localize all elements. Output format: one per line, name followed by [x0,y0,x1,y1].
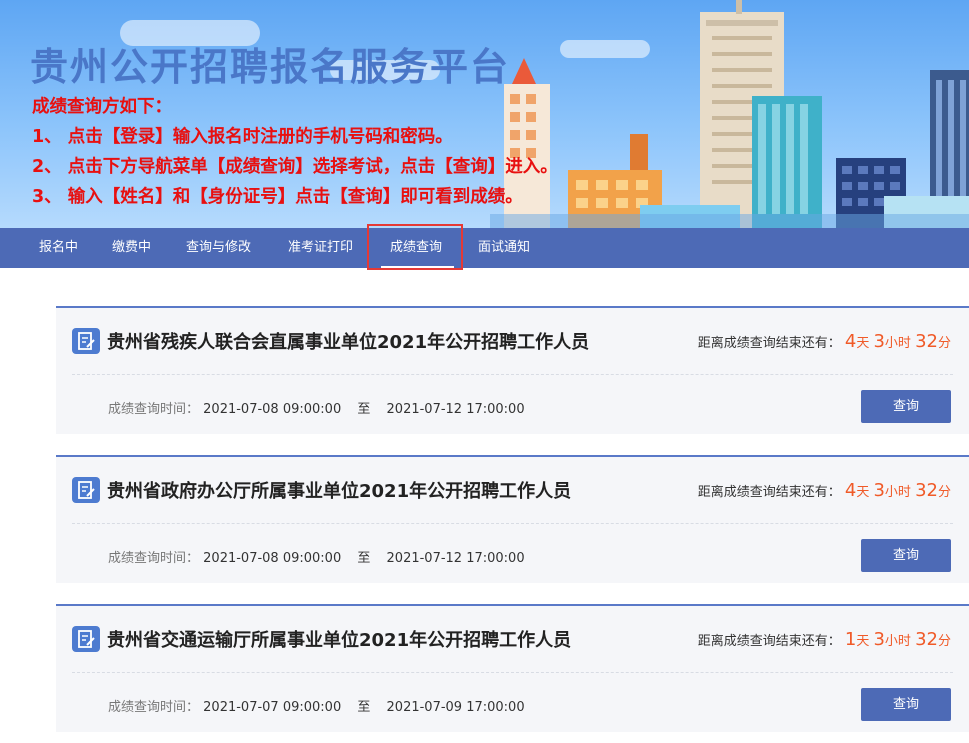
query-time-row: 成绩查询时间： 2021-07-08 09:00:00 至 2021-07-12… [108,547,525,566]
notice-heading: 成绩查询方如下： [32,97,172,117]
notice-line: 2、 点击下方导航菜单【成绩查询】选择考试，点击【查询】进入。 [32,157,558,177]
notice-line: 3、 输入【姓名】和【身份证号】点击【查询】即可看到成绩。 [32,187,523,207]
main-nav: 报名中 缴费中 查询与修改 准考证打印 成绩查询 面试通知 [0,228,969,268]
to-separator: 至 [357,551,371,566]
exam-card: 贵州省交通运输厅所属事业单位2021年公开招聘工作人员 距离成绩查询结束还有： … [56,604,969,732]
countdown-hours: 3 [873,331,885,352]
countdown-label: 距离成绩查询结束还有： [697,485,841,500]
countdown-label: 距离成绩查询结束还有： [697,336,841,351]
start-time: 2021-07-08 09:00:00 [203,551,342,566]
highlight-box [367,224,463,270]
countdown: 距离成绩查询结束还有： 4天 3小时 32分 [698,477,951,507]
countdown-minutes: 32 [915,331,938,352]
city-skyline-illustration [490,0,969,228]
countdown: 距离成绩查询结束还有： 4天 3小时 32分 [698,328,951,358]
hours-unit: 小时 [884,485,911,500]
countdown-hours: 3 [873,480,885,501]
countdown-days: 4 [844,331,857,352]
edit-document-icon [72,477,100,503]
query-time-row: 成绩查询时间： 2021-07-08 09:00:00 至 2021-07-12… [108,398,525,417]
query-time-label: 成绩查询时间： [108,402,200,417]
notice-block: 成绩查询方如下： 1、 点击【登录】输入报名时注册的手机号码和密码。 2、 点击… [32,92,558,212]
start-time: 2021-07-07 09:00:00 [203,700,342,715]
to-separator: 至 [357,700,371,715]
countdown-days: 1 [844,629,857,650]
countdown: 距离成绩查询结束还有： 1天 3小时 32分 [698,626,951,656]
end-time: 2021-07-12 17:00:00 [386,551,525,566]
nav-item-interview-notice[interactable]: 面试通知 [478,228,530,268]
countdown-label: 距离成绩查询结束还有： [697,634,841,649]
query-time-row: 成绩查询时间： 2021-07-07 09:00:00 至 2021-07-09… [108,696,525,715]
query-button[interactable]: 查询 [861,688,951,721]
hours-unit: 小时 [884,634,911,649]
exam-title: 贵州省政府办公厅所属事业单位2021年公开招聘工作人员 [107,481,572,502]
countdown-minutes: 32 [915,629,938,650]
nav-item-query-modify[interactable]: 查询与修改 [186,228,251,268]
exam-title: 贵州省交通运输厅所属事业单位2021年公开招聘工作人员 [107,630,572,651]
days-unit: 天 [856,634,870,649]
start-time: 2021-07-08 09:00:00 [203,402,342,417]
to-separator: 至 [357,402,371,417]
days-unit: 天 [856,485,870,500]
exam-card: 贵州省政府办公厅所属事业单位2021年公开招聘工作人员 距离成绩查询结束还有： … [56,455,969,583]
days-unit: 天 [856,336,870,351]
end-time: 2021-07-12 17:00:00 [386,402,525,417]
minutes-unit: 分 [937,634,951,649]
query-time-label: 成绩查询时间： [108,551,200,566]
minutes-unit: 分 [937,336,951,351]
end-time: 2021-07-09 17:00:00 [386,700,525,715]
countdown-hours: 3 [873,629,885,650]
divider [72,672,953,673]
countdown-minutes: 32 [915,480,938,501]
nav-item-registering[interactable]: 报名中 [39,228,78,268]
minutes-unit: 分 [937,485,951,500]
edit-document-icon [72,328,100,354]
edit-document-icon [72,626,100,652]
header-banner: 贵州公开招聘报名服务平台 成绩查询方如下： 1、 点击【登录】输入报名时注册的手… [0,0,969,228]
page: 贵州公开招聘报名服务平台 成绩查询方如下： 1、 点击【登录】输入报名时注册的手… [0,0,969,743]
query-button[interactable]: 查询 [861,390,951,423]
nav-item-admission-ticket[interactable]: 准考证打印 [288,228,353,268]
countdown-days: 4 [844,480,857,501]
notice-line: 1、 点击【登录】输入报名时注册的手机号码和密码。 [32,127,453,147]
site-title: 贵州公开招聘报名服务平台 [30,45,511,89]
hours-unit: 小时 [884,336,911,351]
query-time-label: 成绩查询时间： [108,700,200,715]
divider [72,374,953,375]
exam-card: 贵州省残疾人联合会直属事业单位2021年公开招聘工作人员 距离成绩查询结束还有：… [56,306,969,434]
query-button[interactable]: 查询 [861,539,951,572]
divider [72,523,953,524]
exam-title: 贵州省残疾人联合会直属事业单位2021年公开招聘工作人员 [107,332,590,353]
nav-item-paying[interactable]: 缴费中 [112,228,151,268]
